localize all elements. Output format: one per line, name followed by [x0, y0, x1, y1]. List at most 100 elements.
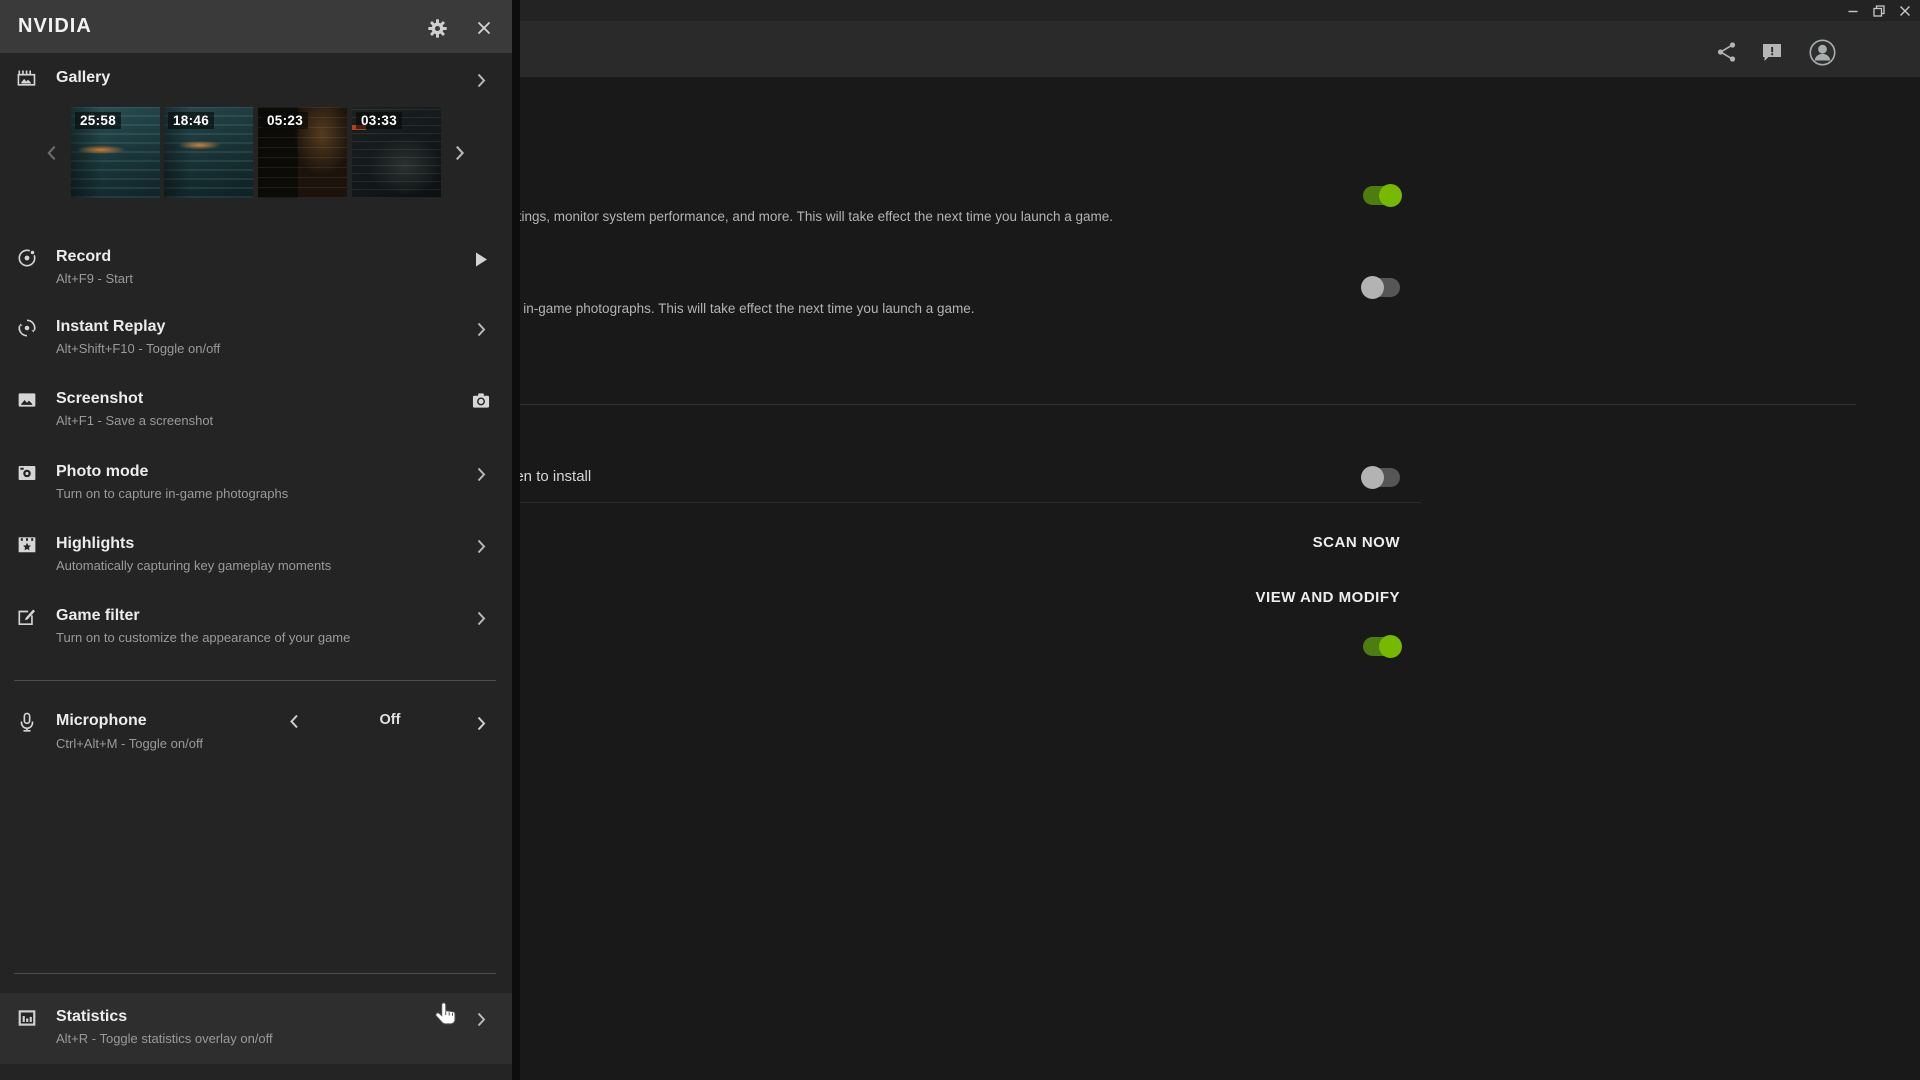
- camera-icon: [472, 392, 490, 409]
- app-header-bar: [512, 21, 1920, 77]
- close-window-icon: [1899, 5, 1911, 17]
- microphone-label: Microphone: [56, 712, 147, 730]
- record-icon: [16, 247, 38, 269]
- feedback-icon: [1760, 40, 1784, 64]
- screenshot-shortcut: Alt+F1 - Save a screenshot: [56, 413, 213, 428]
- record-start-button[interactable]: [472, 250, 490, 268]
- statistics-icon: [16, 1007, 38, 1029]
- gallery-thumbnail[interactable]: 25:58: [71, 107, 160, 198]
- downloads-toggle[interactable]: [1363, 468, 1400, 487]
- game-filter-description: Turn on to customize the appearance of y…: [56, 630, 350, 645]
- hand-cursor: [434, 1001, 460, 1029]
- gallery-thumbnail[interactable]: 03:33: [352, 107, 441, 198]
- avatar[interactable]: [1808, 38, 1836, 66]
- restore-icon: [1873, 5, 1885, 17]
- instant-replay-open[interactable]: [472, 320, 490, 338]
- video-duration-badge: 03:33: [356, 112, 402, 129]
- highlights-description: Automatically capturing key gameplay mom…: [56, 558, 331, 573]
- nvidia-overlay-panel: NVIDIA: [0, 0, 512, 1080]
- instant-replay-shortcut: Alt+Shift+F10 - Toggle on/off: [56, 341, 220, 356]
- close-window-button[interactable]: [1896, 3, 1914, 19]
- statistics-shortcut: Alt+R - Toggle statistics overlay on/off: [56, 1031, 273, 1046]
- gallery-thumbnail[interactable]: 05:23: [258, 107, 347, 198]
- close-icon: [476, 20, 492, 36]
- photo-mode-open[interactable]: [472, 465, 490, 483]
- divider: [14, 973, 496, 974]
- overlay-header: NVIDIA: [0, 0, 512, 53]
- menu-item-statistics[interactable]: Statistics: [56, 1008, 127, 1026]
- statistics-open[interactable]: [472, 1010, 490, 1028]
- divider: [516, 404, 1856, 405]
- chevron-right-icon: [477, 716, 486, 731]
- settings-button[interactable]: [425, 16, 449, 40]
- chevron-right-icon: [477, 467, 486, 482]
- toggle-knob: [1361, 466, 1384, 489]
- gear-icon: [427, 18, 448, 39]
- microphone-value: Off: [362, 712, 418, 728]
- settings-content: [512, 77, 1920, 1080]
- chevron-right-icon: [477, 322, 486, 337]
- microphone-shortcut: Ctrl+Alt+M - Toggle on/off: [56, 736, 203, 751]
- chevron-right-icon: [477, 611, 486, 626]
- restore-button[interactable]: [1870, 3, 1888, 19]
- record-shortcut: Alt+F9 - Start: [56, 271, 133, 286]
- play-icon: [475, 252, 488, 267]
- menu-item-highlights[interactable]: Highlights: [56, 535, 134, 553]
- gallery-open-button[interactable]: [472, 71, 490, 89]
- screenshot-icon: [16, 389, 38, 411]
- chevron-left-icon: [290, 714, 299, 729]
- highlights-open[interactable]: [472, 537, 490, 555]
- overlay-shadow: [512, 0, 520, 1080]
- video-duration-badge: 05:23: [262, 112, 308, 129]
- feedback-button[interactable]: [1758, 38, 1786, 66]
- view-and-modify-button[interactable]: VIEW AND MODIFY: [1256, 589, 1400, 606]
- toggle-knob: [1361, 276, 1384, 299]
- chevron-right-icon: [455, 145, 465, 161]
- chevron-right-icon: [477, 1012, 486, 1027]
- overlay-toggle[interactable]: [1363, 186, 1400, 205]
- divider: [14, 680, 496, 681]
- menu-item-photo-mode[interactable]: Photo mode: [56, 463, 148, 481]
- divider: [516, 502, 1421, 503]
- minimize-button[interactable]: [1844, 3, 1862, 19]
- geforce-experience-window: LOG IN: [512, 0, 1920, 1080]
- menu-item-instant-replay[interactable]: Instant Replay: [56, 318, 165, 336]
- toggle-knob: [1379, 635, 1402, 658]
- scan-now-button[interactable]: SCAN NOW: [1313, 534, 1400, 551]
- overlay-description-fragment: ttings, monitor system performance, and …: [514, 209, 1113, 224]
- video-duration-badge: 25:58: [75, 112, 121, 129]
- share-icon: [1715, 40, 1739, 64]
- chevron-right-icon: [477, 73, 486, 88]
- photo-mode-description: Turn on to capture in-game photographs: [56, 486, 288, 501]
- menu-item-record[interactable]: Record: [56, 248, 111, 266]
- photo-description-fragment: g in-game photographs. This will take ef…: [512, 301, 975, 316]
- menu-item-game-filter[interactable]: Game filter: [56, 607, 140, 625]
- video-duration-badge: 18:46: [168, 112, 214, 129]
- avatar-icon: [1809, 39, 1836, 66]
- toggle-knob: [1379, 184, 1402, 207]
- photo-mode-icon: [16, 462, 38, 484]
- gallery-icon: [16, 67, 38, 89]
- minimize-icon: [1847, 5, 1859, 17]
- gallery-prev-button[interactable]: [44, 141, 60, 165]
- photo-mode-toggle[interactable]: [1363, 278, 1400, 297]
- close-overlay-button[interactable]: [472, 16, 496, 40]
- gallery-next-button[interactable]: [452, 141, 468, 165]
- chevron-right-icon: [477, 539, 486, 554]
- share-button[interactable]: [1713, 38, 1741, 66]
- optimize-toggle[interactable]: [1363, 637, 1400, 656]
- screenshot-capture-button[interactable]: [472, 391, 490, 409]
- gallery-label[interactable]: Gallery: [56, 69, 110, 87]
- overlay-title: NVIDIA: [18, 15, 92, 38]
- window-titlebar: [512, 0, 1920, 21]
- microphone-next-option[interactable]: [472, 714, 490, 732]
- game-filter-open[interactable]: [472, 609, 490, 627]
- chevron-left-icon: [47, 145, 57, 161]
- game-filter-icon: [16, 606, 38, 628]
- instant-replay-icon: [16, 317, 38, 339]
- highlights-icon: [16, 534, 38, 556]
- microphone-prev-option[interactable]: [290, 714, 304, 730]
- microphone-icon: [16, 711, 38, 733]
- gallery-thumbnail[interactable]: 18:46: [164, 107, 253, 198]
- menu-item-screenshot[interactable]: Screenshot: [56, 390, 143, 408]
